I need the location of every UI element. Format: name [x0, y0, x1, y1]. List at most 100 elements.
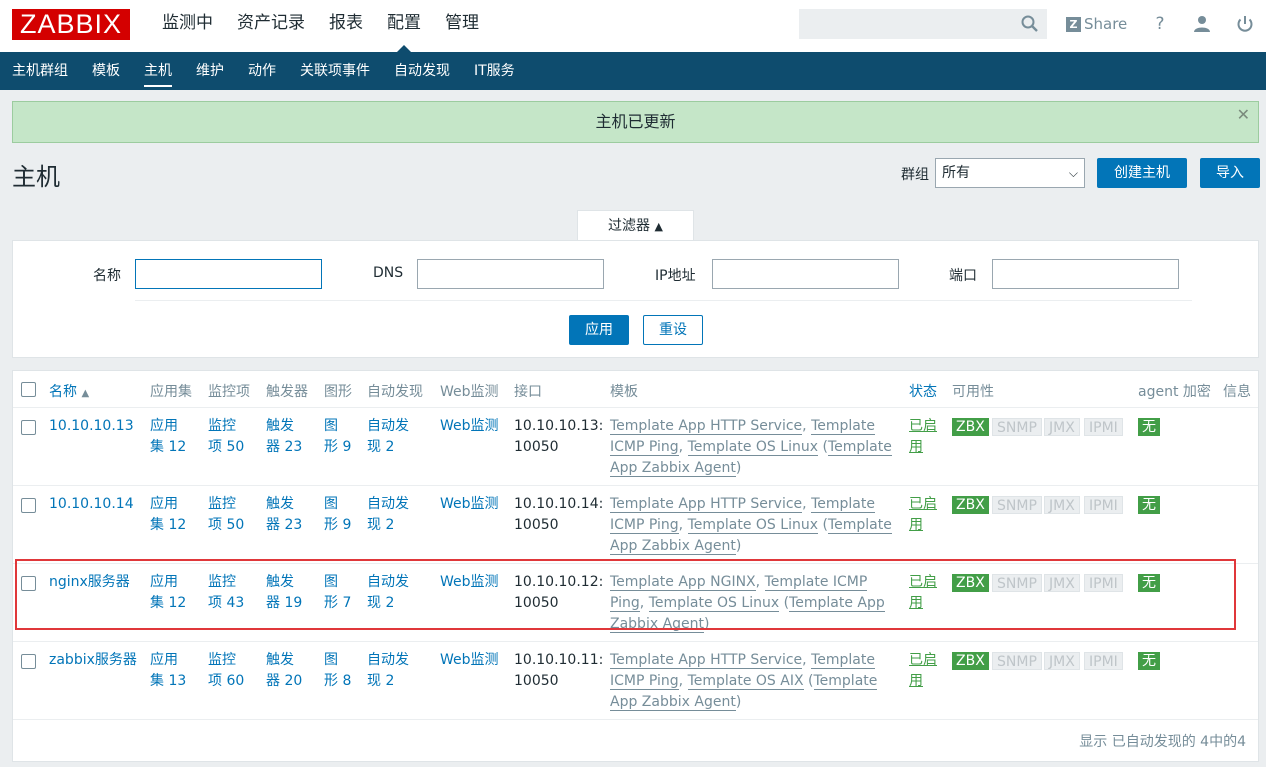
items-link[interactable]: 监控项 50: [208, 416, 244, 458]
web-link[interactable]: Web监测: [440, 650, 499, 671]
template-link[interactable]: Template: [827, 439, 892, 456]
applications-link[interactable]: 应用集 12: [150, 416, 186, 458]
web-link[interactable]: Web监测: [440, 494, 499, 515]
collapse-arrow-icon: ▲: [654, 220, 663, 233]
filter-tab[interactable]: 过滤器 ▲: [577, 210, 694, 241]
triggers-link[interactable]: 触发器 23: [266, 494, 302, 536]
zbx-availability-badge: ZBX: [952, 652, 989, 670]
row-divider: [13, 719, 1258, 720]
filter-ip-input[interactable]: [712, 259, 899, 289]
menu-administration[interactable]: 管理: [433, 0, 491, 52]
applications-link[interactable]: 应用集 12: [150, 494, 186, 536]
triggers-link[interactable]: 触发器 23: [266, 416, 302, 458]
web-link[interactable]: Web监测: [440, 416, 499, 437]
user-icon[interactable]: [1191, 13, 1213, 35]
help-icon[interactable]: ?: [1149, 13, 1171, 35]
group-select-value: 所有: [942, 165, 970, 181]
graphs-link[interactable]: 图形 8: [324, 650, 351, 692]
submenu-correlation[interactable]: 关联项事件: [288, 52, 382, 90]
template-link[interactable]: Template: [811, 496, 875, 513]
filter-dns-input[interactable]: [417, 259, 604, 289]
row-checkbox[interactable]: [21, 420, 36, 435]
zbx-availability-badge: ZBX: [952, 496, 989, 514]
template-link[interactable]: App Zabbix Agent: [610, 538, 736, 555]
template-link[interactable]: Template: [827, 517, 892, 534]
reset-button[interactable]: 重设: [643, 315, 703, 345]
search-input[interactable]: [799, 9, 1047, 39]
templates-list: Template App HTTP Service, Template ICMP …: [610, 418, 892, 477]
template-link[interactable]: App Zabbix Agent: [610, 460, 736, 477]
ipmi-availability-badge: IPMI: [1084, 496, 1123, 514]
menu-monitoring[interactable]: 监测中: [150, 0, 225, 52]
filter-tab-label: 过滤器: [608, 218, 651, 234]
ipmi-availability-badge: IPMI: [1084, 418, 1123, 436]
filter-panel: 名称 DNS IP地址 端口 应用 重设: [12, 240, 1259, 358]
menu-configuration[interactable]: 配置: [375, 0, 433, 52]
menu-inventory[interactable]: 资产记录: [225, 0, 317, 52]
encryption-badge: 无: [1138, 496, 1160, 514]
template-link[interactable]: ICMP Ping: [610, 439, 679, 456]
host-name-link[interactable]: 10.10.10.14: [49, 494, 134, 515]
filter-port-input[interactable]: [992, 259, 1179, 289]
apply-button[interactable]: 应用: [569, 315, 629, 345]
host-name-link[interactable]: 10.10.10.13: [49, 416, 134, 437]
template-link[interactable]: Template App HTTP Service: [610, 652, 803, 669]
template-link[interactable]: Template App HTTP Service: [610, 496, 803, 513]
submenu-templates[interactable]: 模板: [80, 52, 132, 90]
status-toggle[interactable]: 已启用: [909, 416, 937, 458]
template-link[interactable]: Template: [811, 418, 875, 435]
template-link[interactable]: ICMP Ping: [610, 673, 679, 690]
template-link[interactable]: Template App HTTP Service: [610, 418, 803, 435]
discovery-link[interactable]: 自动发现 2: [367, 650, 409, 692]
template-link[interactable]: Template: [813, 673, 878, 690]
group-select[interactable]: 所有 ⌵: [935, 158, 1085, 188]
column-name-header[interactable]: 名称 ▲: [49, 381, 89, 401]
template-link[interactable]: Template: [811, 652, 875, 669]
share-link[interactable]: Z Share: [1066, 14, 1127, 34]
triggers-link[interactable]: 触发器 20: [266, 650, 302, 692]
status-toggle[interactable]: 已启用: [909, 650, 937, 692]
search-icon[interactable]: [1020, 14, 1040, 34]
ipmi-availability-badge: IPMI: [1084, 652, 1123, 670]
applications-link[interactable]: 应用集 13: [150, 650, 186, 692]
items-link[interactable]: 监控项 50: [208, 494, 244, 536]
graphs-link[interactable]: 图形 9: [324, 416, 351, 458]
table-footer-summary: 显示 已自动发现的 4中的4: [1079, 734, 1246, 750]
chevron-down-icon: ⌵: [1068, 166, 1078, 180]
zabbix-logo[interactable]: ZABBIX: [12, 9, 130, 40]
submenu-hosts[interactable]: 主机: [132, 52, 184, 90]
host-name-link[interactable]: zabbix服务器: [49, 650, 137, 671]
row-checkbox[interactable]: [21, 654, 36, 669]
graphs-link[interactable]: 图形 9: [324, 494, 351, 536]
template-link[interactable]: Template OS Linux: [687, 517, 818, 534]
items-link[interactable]: 监控项 60: [208, 650, 244, 692]
template-link[interactable]: Template OS Linux: [687, 439, 818, 456]
column-templates-header: 模板: [610, 384, 638, 400]
template-link[interactable]: Template OS AIX: [687, 673, 804, 690]
success-message-text: 主机已更新: [595, 112, 676, 131]
template-link[interactable]: App Zabbix Agent: [610, 694, 736, 711]
submenu-services[interactable]: IT服务: [462, 52, 527, 90]
group-label: 群组: [901, 167, 929, 183]
template-link[interactable]: ICMP Ping: [610, 517, 679, 534]
row-checkbox[interactable]: [21, 498, 36, 513]
submenu-actions[interactable]: 动作: [236, 52, 288, 90]
encryption-badge: 无: [1138, 652, 1160, 670]
snmp-availability-badge: SNMP: [992, 418, 1042, 436]
submenu-discovery[interactable]: 自动发现: [382, 52, 462, 90]
close-icon[interactable]: ✕: [1237, 102, 1250, 128]
filter-name-input[interactable]: [135, 259, 322, 289]
create-host-button[interactable]: 创建主机: [1097, 158, 1187, 188]
discovery-link[interactable]: 自动发现 2: [367, 416, 409, 458]
power-icon[interactable]: [1234, 13, 1256, 35]
import-button[interactable]: 导入: [1200, 158, 1260, 188]
status-toggle[interactable]: 已启用: [909, 494, 937, 536]
column-graphs-header: 图形: [324, 384, 352, 400]
column-status-header[interactable]: 状态: [909, 381, 937, 401]
select-all-checkbox[interactable]: [21, 382, 36, 397]
submenu-host-groups[interactable]: 主机群组: [0, 52, 80, 90]
discovery-link[interactable]: 自动发现 2: [367, 494, 409, 536]
menu-reports[interactable]: 报表: [317, 0, 375, 52]
submenu-maintenance[interactable]: 维护: [184, 52, 236, 90]
column-availability-header: 可用性: [952, 384, 994, 400]
